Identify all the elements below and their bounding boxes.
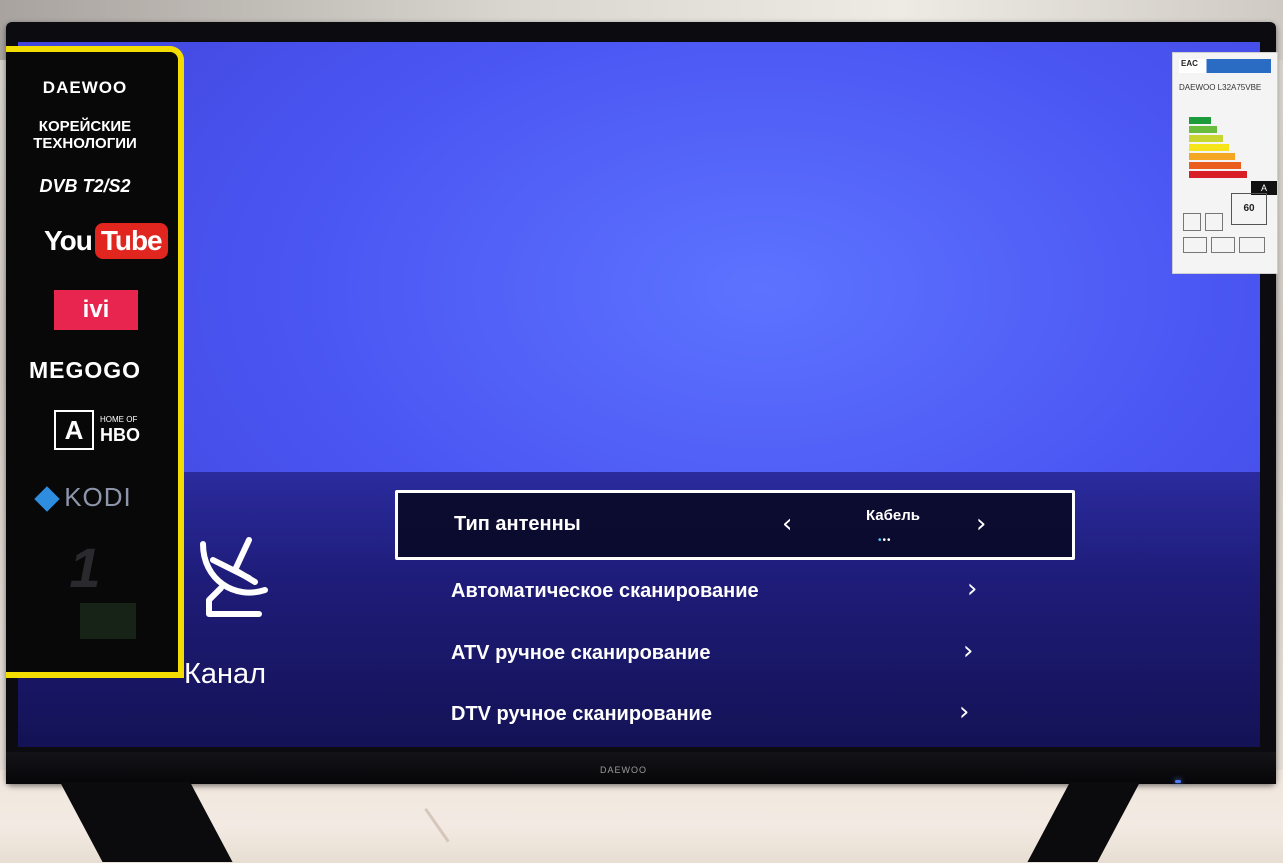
chevron-right-icon: › bbox=[959, 697, 970, 727]
chevron-left-icon[interactable]: ‹ bbox=[782, 509, 792, 539]
ivi-logo: ivi bbox=[54, 290, 138, 330]
menu-row-antenna-type[interactable]: Тип антенны ‹ Кабель ••• › bbox=[395, 490, 1075, 560]
youtube-you: You bbox=[44, 225, 93, 256]
youtube-logo: You Tube bbox=[44, 220, 168, 262]
energy-bar bbox=[1189, 135, 1223, 142]
energy-label-model: DAEWOO L32A75VBE bbox=[1179, 83, 1262, 92]
kodi-text: KODI bbox=[64, 482, 132, 512]
energy-icon bbox=[1239, 237, 1265, 253]
energy-bar bbox=[1189, 153, 1235, 160]
bezel-brand: DAEWOO bbox=[600, 765, 648, 775]
amediateka-letter: A bbox=[54, 410, 94, 450]
hbo-text: HBO bbox=[100, 424, 140, 445]
energy-bar bbox=[1189, 117, 1211, 124]
energy-bar bbox=[1189, 171, 1247, 178]
amediateka-hbo-logo: A HOME OF HBO bbox=[54, 410, 140, 450]
energy-icon bbox=[1183, 237, 1207, 253]
chevron-right-icon: › bbox=[963, 636, 974, 666]
energy-bar bbox=[1189, 144, 1229, 151]
option-dots: ••• bbox=[878, 535, 892, 546]
menu-row-label: ATV ручное сканирование bbox=[451, 642, 711, 664]
menu-row-atv-manual-scan[interactable]: ATV ручное сканирование › bbox=[395, 632, 1075, 698]
section-title: Канал bbox=[184, 658, 267, 690]
power-value: 60 bbox=[1231, 193, 1267, 225]
kodi-logo: KODI bbox=[0, 482, 170, 513]
menu-row-dtv-manual-scan[interactable]: DTV ручное сканирование › bbox=[395, 693, 1075, 759]
menu-row-label: DTV ручное сканирование bbox=[451, 703, 712, 725]
youtube-tube: Tube bbox=[94, 223, 168, 259]
power-led bbox=[1175, 780, 1181, 783]
energy-icon bbox=[1183, 213, 1201, 231]
partial-logo bbox=[80, 603, 136, 639]
menu-row-auto-scan[interactable]: Автоматическое сканирование › bbox=[395, 570, 1075, 636]
tagline: КОРЕЙСКИЕ ТЕХНОЛОГИИ bbox=[0, 118, 170, 152]
dvb-logo: DVB T2/S2 bbox=[39, 176, 131, 196]
tagline-line1: КОРЕЙСКИЕ bbox=[38, 118, 132, 135]
energy-icon bbox=[1211, 237, 1235, 253]
energy-bar bbox=[1189, 126, 1217, 133]
energy-label: EAC DAEWOO L32A75VBE A 60 bbox=[1172, 52, 1278, 274]
menu-row-label: Автоматическое сканирование bbox=[451, 580, 759, 602]
antenna-type-value: Кабель bbox=[865, 507, 921, 524]
channel-one-logo: 1 bbox=[69, 536, 101, 599]
chevron-right-icon[interactable]: › bbox=[976, 509, 986, 539]
eac-mark: EAC bbox=[1181, 59, 1198, 68]
hbo-home-of: HOME OF bbox=[100, 414, 138, 424]
megogo-logo: MEGOGO bbox=[28, 357, 142, 383]
tagline-line2: ТЕХНОЛОГИИ bbox=[33, 135, 137, 152]
energy-class-bars bbox=[1189, 117, 1247, 180]
menu-row-label: Тип антенны bbox=[454, 513, 581, 535]
energy-bar bbox=[1189, 162, 1241, 169]
daewoo-logo: DAEWOO bbox=[42, 78, 128, 97]
energy-icon bbox=[1205, 213, 1223, 231]
chevron-right-icon: › bbox=[967, 574, 978, 604]
kodi-icon bbox=[34, 486, 60, 512]
satellite-dish-icon bbox=[195, 530, 275, 625]
